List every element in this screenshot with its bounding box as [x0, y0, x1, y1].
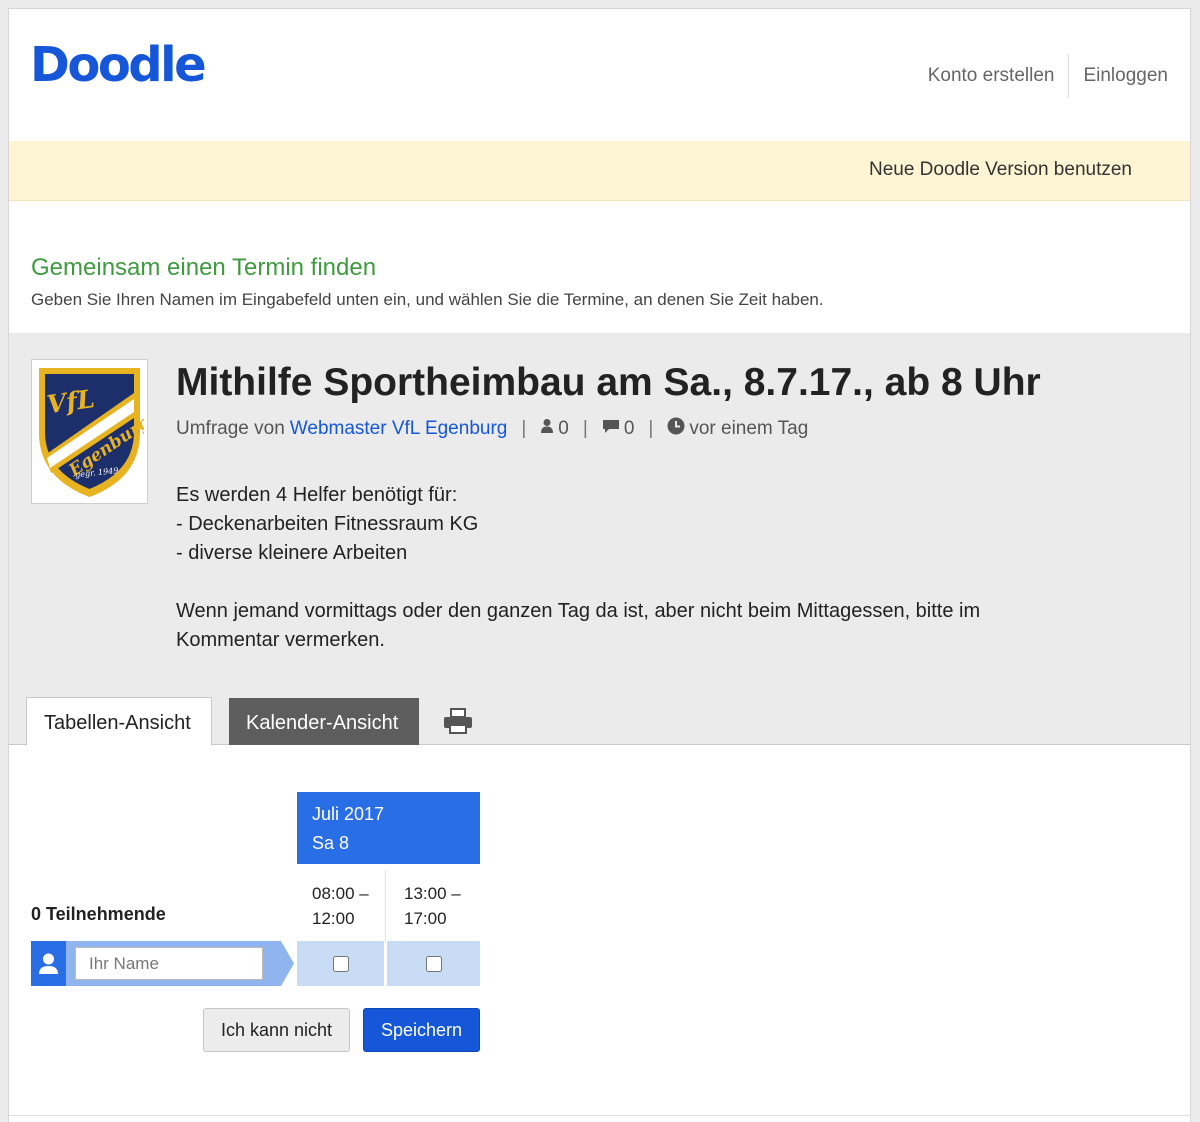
slot-start: 08:00 –	[312, 884, 369, 903]
description-line: Wenn jemand vormittags oder den ganzen T…	[176, 600, 981, 622]
create-account-link[interactable]: Konto erstellen	[928, 65, 1055, 87]
poll-description: Es werden 4 Helfer benötigt für: - Decke…	[176, 481, 980, 655]
header: Doodle Konto erstellen Einloggen	[9, 9, 1190, 141]
clock-icon	[667, 417, 685, 441]
meta-separator: |	[648, 418, 654, 439]
slot-end: 12:00	[312, 909, 355, 928]
meta-separator: |	[521, 418, 527, 439]
slot-2-checkbox[interactable]	[425, 955, 442, 972]
poll-info: VfL Egenburg gegr. 1949 Mithilfe Sporthe…	[9, 333, 1190, 746]
printer-icon[interactable]	[443, 708, 473, 734]
tab-table-view[interactable]: Tabellen-Ansicht	[26, 697, 212, 746]
slot-1-checkbox[interactable]	[332, 955, 349, 972]
person-icon	[540, 418, 554, 440]
poll-title: Mithilfe Sportheimbau am Sa., 8.7.17., a…	[176, 361, 1041, 404]
description-line: - Deckenarbeiten Fitnessraum KG	[176, 513, 479, 535]
poll-author-link[interactable]: Webmaster VfL Egenburg	[290, 418, 508, 440]
description-line: Es werden 4 Helfer benötigt für:	[176, 484, 458, 506]
slot-end: 17:00	[404, 909, 447, 928]
day-label: Sa 8	[312, 833, 350, 853]
name-entry-row	[31, 941, 294, 986]
description-line: - diverse kleinere Arbeiten	[176, 542, 408, 564]
comment-icon	[602, 418, 620, 440]
club-logo: VfL Egenburg gegr. 1949	[31, 359, 154, 504]
slot-divider	[385, 871, 386, 941]
slot-2-cell	[387, 941, 480, 986]
user-avatar-icon	[31, 941, 66, 986]
description-spacer	[176, 568, 980, 597]
login-link[interactable]: Einloggen	[1083, 65, 1168, 87]
doodle-logo[interactable]: Doodle	[30, 37, 207, 93]
poll-meta: Umfrage von Webmaster VfL Egenburg | 0 |…	[176, 417, 808, 441]
meta-separator: |	[582, 418, 588, 439]
month-label: Juli 2017	[312, 804, 385, 824]
participants-count-label: 0 Teilnehmende	[31, 904, 166, 924]
intro-subtitle: Geben Sie Ihren Namen im Eingabefeld unt…	[31, 290, 824, 309]
poll-time: vor einem Tag	[689, 418, 809, 439]
cant-attend-button[interactable]: Ich kann nicht	[203, 1008, 350, 1052]
time-slot-1: 08:00 – 12:00	[312, 881, 369, 931]
time-slot-2: 13:00 – 17:00	[404, 881, 461, 931]
footer-divider	[9, 1115, 1190, 1116]
poll-by-label: Umfrage von	[176, 418, 285, 439]
slot-start: 13:00 –	[404, 884, 461, 903]
description-line: Kommentar vermerken.	[176, 629, 385, 651]
page-frame: Doodle Konto erstellen Einloggen Neue Do…	[8, 8, 1191, 1122]
date-column-header: Juli 2017 Sa 8	[297, 792, 480, 864]
club-crest-icon: VfL Egenburg gegr. 1949	[39, 368, 154, 497]
intro-title: Gemeinsam einen Termin finden	[31, 254, 377, 281]
slot-1-cell	[297, 941, 384, 986]
tab-calendar-view[interactable]: Kalender-Ansicht	[229, 698, 419, 745]
participants-count: 0	[558, 418, 569, 439]
new-version-banner: Neue Doodle Version benutzen	[9, 141, 1190, 201]
top-nav: Konto erstellen Einloggen	[928, 54, 1168, 98]
new-version-link[interactable]: Neue Doodle Version benutzen	[869, 159, 1132, 181]
name-input[interactable]	[75, 947, 263, 980]
nav-divider	[1068, 54, 1070, 98]
comments-count: 0	[623, 418, 635, 439]
save-button[interactable]: Speichern	[363, 1008, 480, 1052]
